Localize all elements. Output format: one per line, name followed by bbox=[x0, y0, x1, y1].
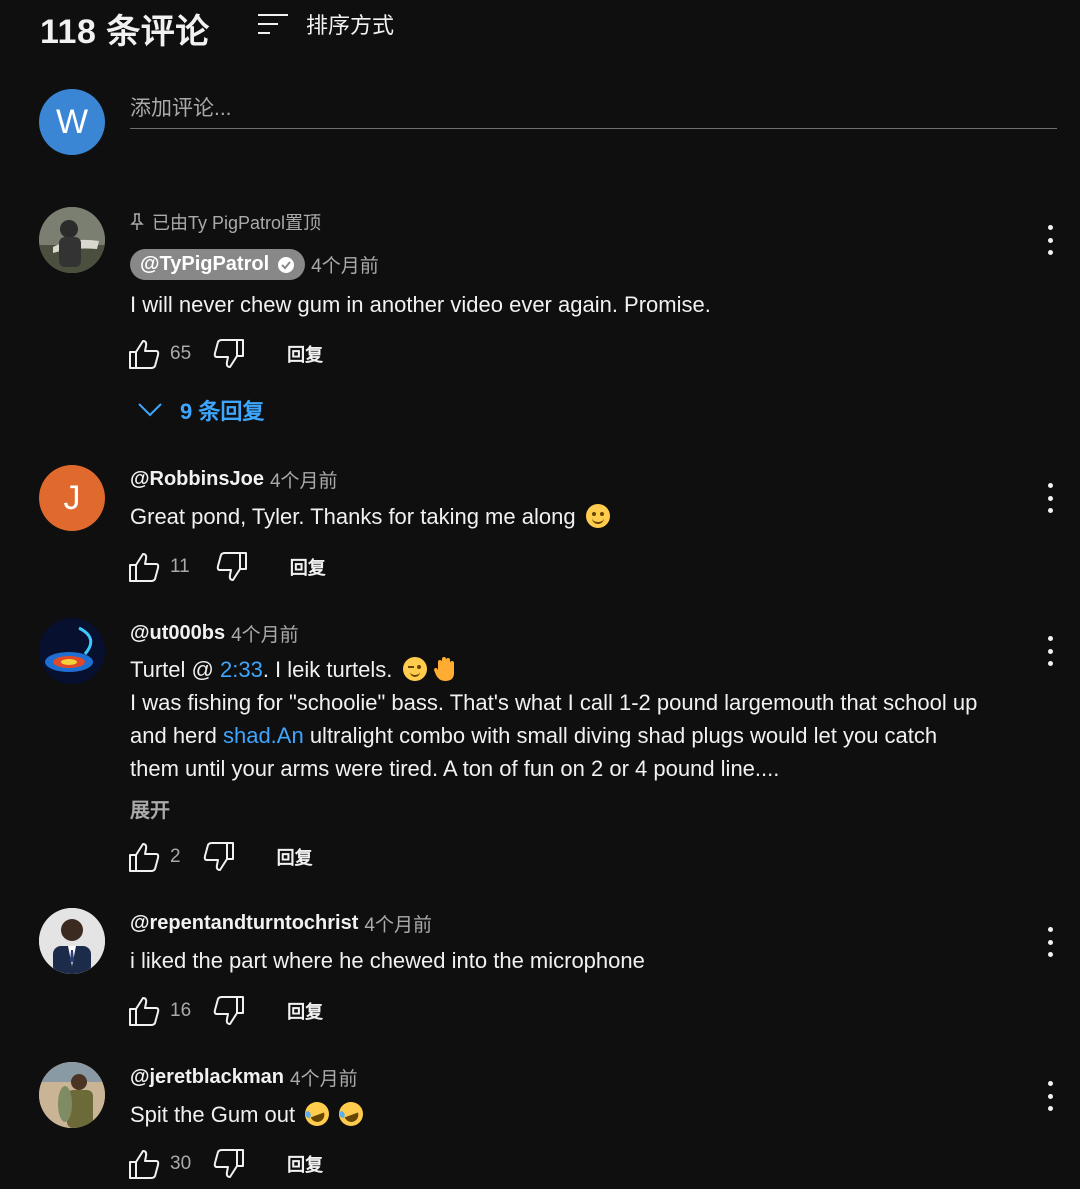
comment-time[interactable]: 4个月前 bbox=[270, 466, 338, 493]
comment-text: Turtel @ 2:33. I leik turtels. I was fis… bbox=[130, 653, 1030, 785]
avatar[interactable] bbox=[39, 908, 105, 974]
verified-icon bbox=[278, 256, 295, 273]
like-count: 65 bbox=[170, 343, 192, 364]
comment-menu-button[interactable] bbox=[1040, 927, 1060, 957]
reply-button[interactable]: 回复 bbox=[287, 998, 323, 1024]
avatar[interactable]: J bbox=[39, 465, 105, 531]
avatar[interactable] bbox=[39, 207, 105, 273]
author-chip[interactable]: @TyPigPatrol bbox=[130, 249, 306, 280]
comment-meta: @TyPigPatrol 4个月前 bbox=[130, 249, 379, 280]
comment-author[interactable]: @ut000bs bbox=[130, 622, 225, 645]
comment-text-body: Spit the Gum out bbox=[130, 1102, 296, 1127]
comment-time[interactable]: 4个月前 bbox=[290, 1064, 358, 1091]
rolling-laughing-emoji-icon bbox=[335, 1098, 367, 1130]
like-icon[interactable] bbox=[128, 1148, 160, 1180]
avatar-photo bbox=[39, 207, 105, 273]
comment-menu-button[interactable] bbox=[1040, 1081, 1060, 1111]
comment-meta: @jeretblackman 4个月前 bbox=[130, 1064, 358, 1091]
comment-actions: 2 回复 bbox=[128, 840, 313, 874]
dislike-icon[interactable] bbox=[213, 338, 245, 370]
dislike-icon[interactable] bbox=[213, 995, 245, 1027]
chevron-down-icon bbox=[138, 403, 162, 417]
like-icon[interactable] bbox=[128, 551, 160, 583]
comment-actions: 30 回复 bbox=[128, 1147, 323, 1181]
like-count: 2 bbox=[170, 846, 181, 867]
dislike-icon[interactable] bbox=[216, 551, 248, 583]
pinned-indicator: 已由Ty PigPatrol置顶 bbox=[130, 209, 321, 235]
comment-text-line: and herd shad.An ultralight combo with s… bbox=[130, 719, 1030, 752]
comment-time[interactable]: 4个月前 bbox=[364, 910, 432, 937]
avatar-letter: W bbox=[55, 102, 89, 141]
hashtag-link[interactable]: shad.An bbox=[223, 723, 304, 748]
text-segment: Turtel @ bbox=[130, 657, 220, 682]
view-replies-button[interactable]: 9 条回复 bbox=[138, 394, 264, 426]
avatar-photo bbox=[39, 618, 105, 684]
comment-actions: 11 回复 bbox=[128, 550, 326, 584]
sort-icon bbox=[258, 14, 288, 34]
smiling-face-emoji-icon bbox=[585, 504, 610, 528]
comment-menu-button[interactable] bbox=[1040, 636, 1060, 666]
comment-time[interactable]: 4个月前 bbox=[311, 251, 379, 278]
reply-button[interactable]: 回复 bbox=[287, 341, 323, 367]
text-segment: . I leik turtels. bbox=[262, 657, 393, 682]
comment-text-line: Turtel @ 2:33. I leik turtels. bbox=[130, 653, 1030, 686]
raised-hand-emoji-icon bbox=[433, 657, 454, 681]
comment-text-line: them until your arms were tired. A ton o… bbox=[130, 756, 780, 781]
avatar-photo bbox=[39, 908, 105, 974]
avatar-letter: J bbox=[63, 478, 81, 517]
avatar-photo bbox=[39, 1062, 105, 1128]
pinned-label: 已由Ty PigPatrol置顶 bbox=[152, 213, 322, 233]
comment-time[interactable]: 4个月前 bbox=[231, 620, 299, 647]
comment-menu-button[interactable] bbox=[1040, 483, 1060, 513]
reply-button[interactable]: 回复 bbox=[290, 554, 326, 580]
comment-menu-button[interactable] bbox=[1040, 225, 1060, 255]
comment-meta: @RobbinsJoe 4个月前 bbox=[130, 466, 338, 493]
comment-author[interactable]: @repentandturntochrist bbox=[130, 912, 358, 935]
replies-count: 9 条回复 bbox=[180, 399, 265, 424]
winking-face-emoji-icon bbox=[402, 657, 427, 681]
add-comment-placeholder: 添加评论... bbox=[130, 97, 232, 120]
expand-button[interactable]: 展开 bbox=[130, 794, 170, 823]
like-icon[interactable] bbox=[128, 841, 160, 873]
rolling-laughing-emoji-icon bbox=[301, 1098, 333, 1130]
add-comment-input[interactable]: 添加评论... bbox=[130, 86, 1057, 129]
text-segment: and herd bbox=[130, 723, 223, 748]
comment-text-line: I was fishing for "schoolie" bass. That'… bbox=[130, 690, 978, 715]
dislike-icon[interactable] bbox=[213, 1148, 245, 1180]
like-count: 30 bbox=[170, 1153, 192, 1174]
timestamp-link[interactable]: 2:33 bbox=[220, 657, 263, 682]
comment-author[interactable]: @jeretblackman bbox=[130, 1066, 284, 1089]
current-user-avatar[interactable]: W bbox=[39, 89, 105, 155]
comment-text: I will never chew gum in another video e… bbox=[130, 292, 711, 317]
comment-actions: 16 回复 bbox=[128, 994, 323, 1028]
like-icon[interactable] bbox=[128, 338, 160, 370]
reply-button[interactable]: 回复 bbox=[277, 844, 313, 870]
sort-label: 排序方式 bbox=[306, 13, 395, 38]
comment-text-body: Great pond, Tyler. Thanks for taking me … bbox=[130, 504, 576, 529]
reply-button[interactable]: 回复 bbox=[287, 1151, 323, 1177]
sort-button[interactable]: 排序方式 bbox=[258, 8, 394, 40]
like-count: 11 bbox=[170, 556, 190, 577]
comment-text: Spit the Gum out bbox=[130, 1098, 1030, 1131]
comment-meta: @ut000bs 4个月前 bbox=[130, 620, 299, 647]
avatar[interactable] bbox=[39, 1062, 105, 1128]
text-segment: ultralight combo with small diving shad … bbox=[303, 723, 938, 748]
comment-text: Great pond, Tyler. Thanks for taking me … bbox=[130, 500, 1030, 533]
comment-meta: @repentandturntochrist 4个月前 bbox=[130, 910, 432, 937]
comment-text: i liked the part where he chewed into th… bbox=[130, 948, 645, 973]
comment-actions: 65 回复 bbox=[128, 337, 323, 371]
avatar[interactable] bbox=[39, 618, 105, 684]
like-count: 16 bbox=[170, 1000, 192, 1021]
comments-count-title: 118 条评论 bbox=[40, 13, 210, 51]
like-icon[interactable] bbox=[128, 995, 160, 1027]
dislike-icon[interactable] bbox=[203, 841, 235, 873]
pin-icon bbox=[130, 213, 144, 230]
comment-author: @TyPigPatrol bbox=[140, 253, 270, 275]
comment-author[interactable]: @RobbinsJoe bbox=[130, 468, 264, 491]
